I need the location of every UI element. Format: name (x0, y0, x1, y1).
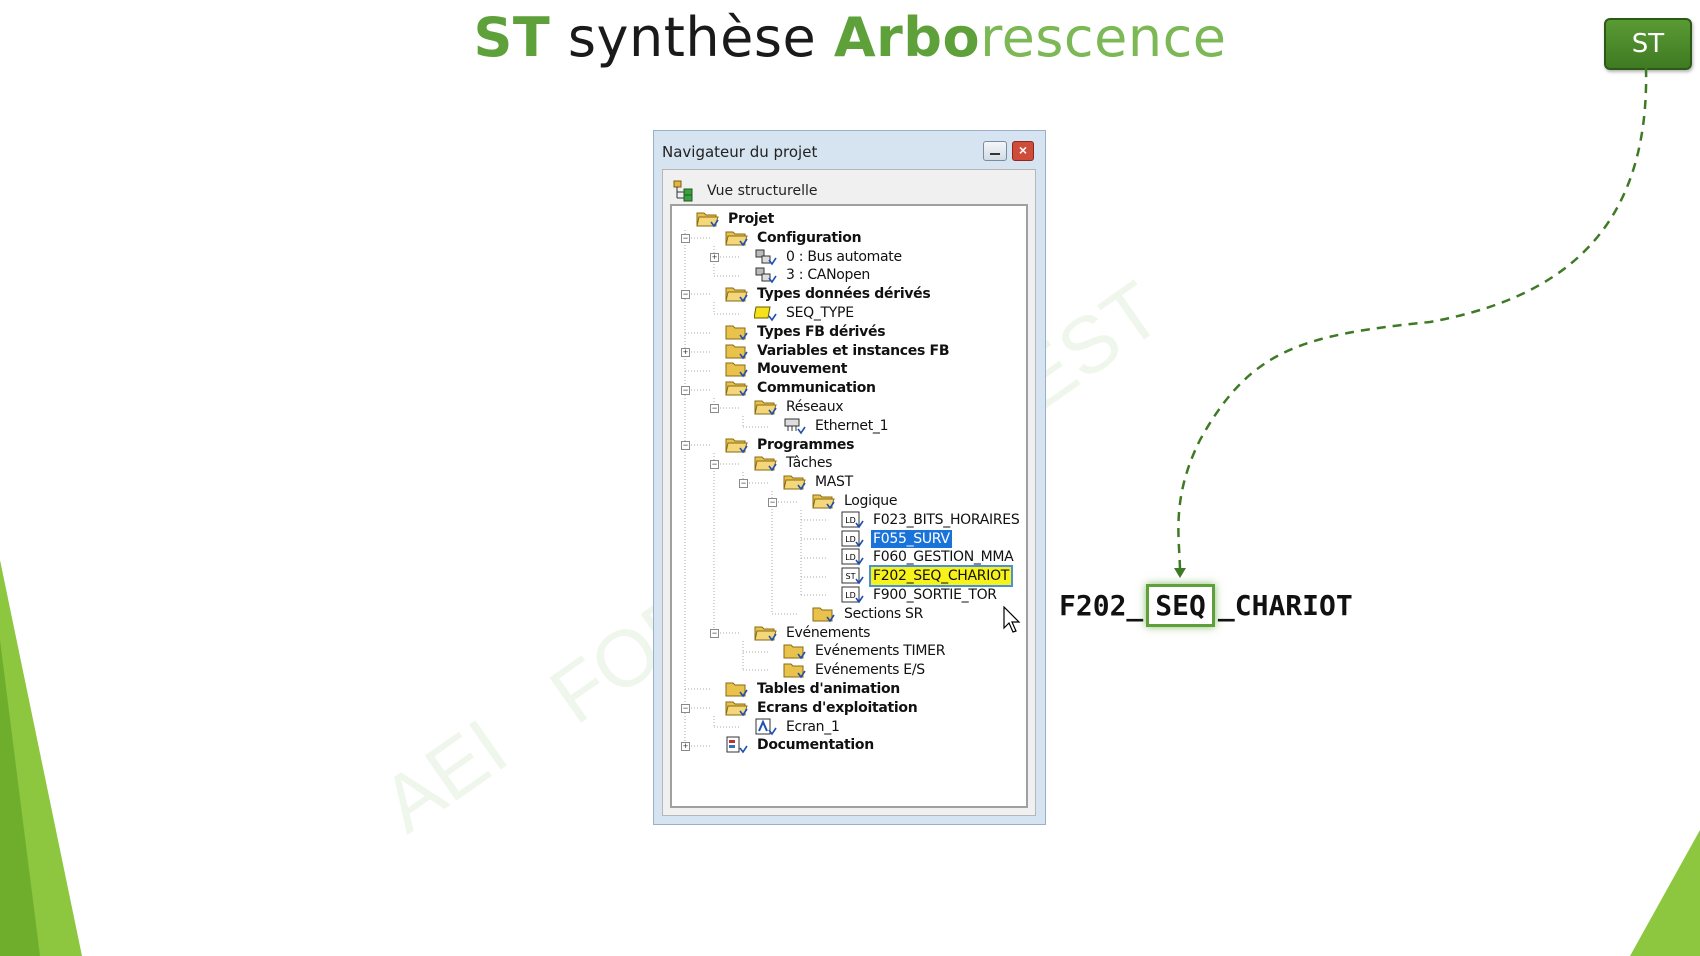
svg-text:LD: LD (845, 516, 856, 525)
project-navigator-window: Navigateur du projet × Vue structurelle (653, 130, 1046, 825)
folder-icon (783, 661, 807, 679)
tree-item-label: Configuration (757, 229, 862, 246)
st-badge[interactable]: ST (1604, 18, 1692, 70)
tree-item-label: Documentation (757, 737, 874, 754)
svg-text:LD: LD (845, 535, 856, 544)
ld-section-icon: LD (841, 530, 865, 548)
tree-item-label: Tables d'animation (757, 681, 900, 697)
callout-highlight: SEQ (1146, 584, 1215, 627)
folder-open-icon (754, 398, 778, 416)
tree-item-label: Evénements E/S (815, 662, 925, 679)
folder-open-icon (725, 229, 749, 247)
close-button[interactable]: × (1012, 141, 1034, 161)
structural-view-icon (673, 180, 693, 202)
tree-item-label: Variables et instances FB (757, 342, 950, 359)
folder-open-icon (812, 492, 836, 510)
folder-icon (812, 605, 836, 623)
project-tree: − + − + − − − − − − − − + Projet Configu… (670, 204, 1028, 808)
folder-open-icon (725, 379, 749, 397)
tree-item-label: Projet (728, 211, 774, 227)
bus-icon (754, 248, 778, 266)
tree-item-label: 3 : CANopen (786, 267, 870, 284)
folder-open-icon (725, 285, 749, 303)
view-label: Vue structurelle (707, 183, 818, 199)
folder-open-icon (725, 436, 749, 454)
tree-item-label: SEQ_TYPE (786, 305, 854, 321)
collapse-taches[interactable]: − (710, 460, 719, 469)
title-arbo-bold: Arbo (833, 6, 981, 69)
folder-icon (725, 323, 749, 341)
ld-section-icon: LD (841, 586, 865, 604)
section-name-callout: F202_ SEQ _CHARIOT (1059, 584, 1353, 627)
folder-open-icon (696, 210, 720, 228)
tree-item-label: Evénements TIMER (815, 643, 946, 660)
window-title: Navigateur du projet (662, 143, 818, 161)
svg-text:ST: ST (846, 572, 856, 581)
title-arbo-rest: rescence (980, 6, 1227, 69)
watermark-aei: AEI (365, 702, 523, 850)
window-titlebar[interactable]: Navigateur du projet × (654, 131, 1045, 167)
folder-open-icon (754, 624, 778, 642)
tree-item-label: Ethernet_1 (815, 417, 889, 434)
tree-item-label: F060_GESTION_MMA (873, 549, 1014, 566)
tree-item-label: Programmes (757, 436, 855, 453)
expand-bus-automate[interactable]: + (710, 253, 719, 262)
bus-icon (754, 266, 778, 284)
folder-icon (783, 642, 807, 660)
tree-item-label: Logique (844, 493, 898, 509)
svg-text:LD: LD (845, 591, 856, 600)
tree-item-label: F900_SORTIE_TOR (873, 587, 997, 603)
collapse-communication[interactable]: − (681, 386, 690, 395)
screen-icon (754, 718, 778, 736)
collapse-reseaux[interactable]: − (710, 404, 719, 413)
documentation-icon (725, 736, 749, 754)
right-green-decoration (1630, 830, 1700, 956)
tree-item-label: Types données dérivés (757, 286, 931, 303)
collapse-ecrans[interactable]: − (681, 704, 690, 713)
tree-item-label: Types FB dérivés (757, 323, 886, 340)
minimize-button[interactable] (983, 141, 1007, 161)
folder-open-icon (783, 473, 807, 491)
folder-open-icon (725, 699, 749, 717)
expand-documentation[interactable]: + (681, 742, 690, 751)
tree-item-label: Sections SR (844, 605, 924, 622)
expand-variables[interactable]: + (681, 348, 690, 357)
tree-item-label: MAST (815, 474, 853, 491)
callout-prefix: F202_ (1059, 589, 1144, 622)
tree-item-label: 0 : Bus automate (786, 248, 902, 265)
folder-icon (725, 680, 749, 698)
folder-icon (725, 342, 749, 360)
collapse-evenements[interactable]: − (710, 629, 719, 638)
mouse-cursor-icon (1003, 606, 1021, 633)
tree-item-label: Ecran_1 (786, 718, 840, 735)
tree-item-label: Evénements (786, 624, 871, 641)
tree-item-label: Ecrans d'exploitation (757, 699, 918, 716)
left-green-decoration (0, 560, 82, 956)
tree-item-label: F202_SEQ_CHARIOT (868, 565, 1014, 588)
title-synthese: synthèse (567, 6, 817, 69)
tree-item-label: F023_BITS_HORAIRES (873, 511, 1020, 528)
tree-item-label: Réseaux (786, 399, 844, 415)
ld-section-icon: LD (841, 548, 865, 566)
collapse-mast[interactable]: − (739, 479, 748, 488)
st-section-icon: ST (841, 567, 865, 585)
ld-section-icon: LD (841, 511, 865, 529)
callout-suffix: _CHARIOT (1217, 589, 1353, 622)
svg-text:LD: LD (845, 553, 856, 562)
window-content: Vue structurelle − + − + − − − − − − − −… (662, 169, 1036, 816)
title-st: ST (473, 6, 551, 69)
collapse-types-donnees[interactable]: − (681, 290, 690, 299)
tree-item-label: F055_SURV (871, 529, 952, 548)
slide-title: ST synthèse Arborescence (0, 6, 1700, 69)
tree-item-label: Communication (757, 380, 876, 397)
tree-item-label: Tâches (786, 455, 833, 472)
tree-item-label: Mouvement (757, 361, 848, 378)
type-icon (753, 304, 778, 322)
collapse-logique[interactable]: − (768, 498, 777, 507)
collapse-configuration[interactable]: − (681, 234, 690, 243)
collapse-programmes[interactable]: − (681, 441, 690, 450)
network-icon (783, 417, 807, 435)
folder-open-icon (754, 454, 778, 472)
folder-icon (725, 360, 749, 378)
